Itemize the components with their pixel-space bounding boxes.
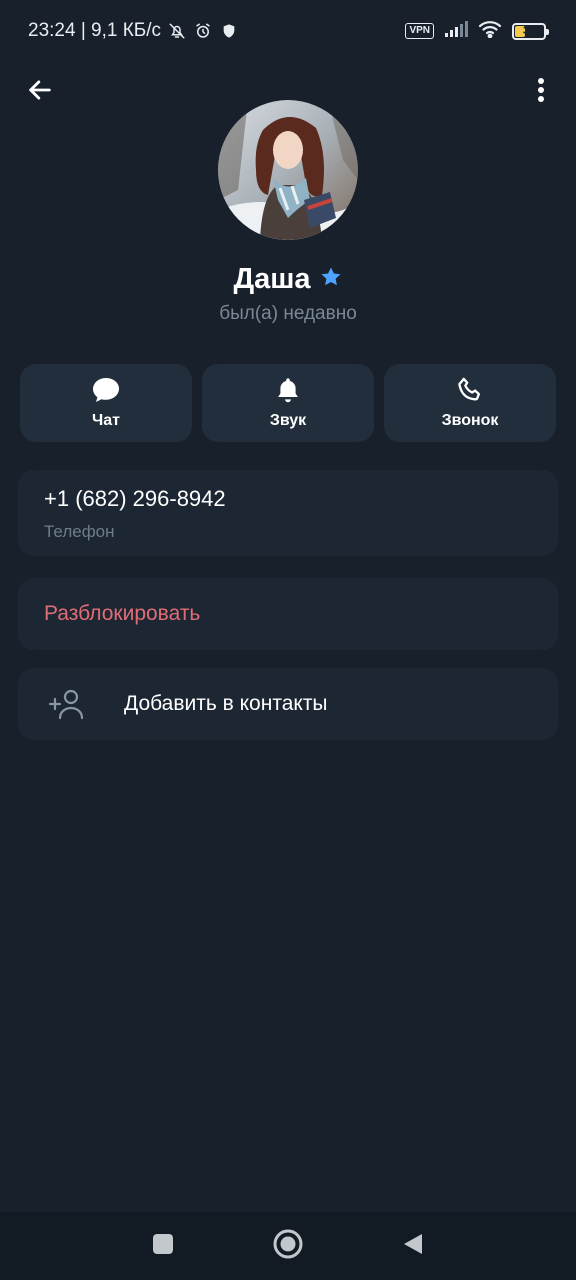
star-icon	[319, 265, 343, 294]
time-speed: 23:24 | 9,1 КБ/с	[28, 20, 162, 41]
signal-icon	[444, 20, 468, 42]
shield-icon	[219, 21, 239, 41]
profile-photo	[218, 100, 358, 240]
chat-label: Чат	[92, 412, 120, 429]
square-icon	[153, 1233, 173, 1254]
vpn-badge: VPN	[405, 23, 434, 39]
battery-icon: 32	[512, 22, 549, 40]
add-person-icon	[48, 689, 84, 720]
name-row: Даша	[0, 263, 576, 296]
system-back-button[interactable]	[402, 1232, 424, 1261]
recent-apps-button[interactable]	[152, 1233, 174, 1260]
unblock-button[interactable]: Разблокировать	[18, 578, 558, 650]
call-label: Звонок	[441, 412, 499, 429]
avatar[interactable]	[218, 100, 358, 240]
more-vertical-icon	[538, 78, 544, 102]
wifi-icon	[478, 20, 502, 43]
sound-button[interactable]: Звук	[202, 364, 374, 442]
battery-level: 32	[522, 25, 536, 37]
phone-number[interactable]: +1 (682) 296-8942	[44, 486, 532, 512]
triangle-back-icon	[404, 1233, 422, 1254]
arrow-left-icon	[29, 80, 51, 100]
status-bar: 23:24 | 9,1 КБ/с VPN 32	[0, 0, 576, 62]
action-buttons: Чат Звук Звонок	[20, 364, 556, 442]
chat-bubble-icon	[93, 378, 119, 402]
call-button[interactable]: Звонок	[384, 364, 556, 442]
system-nav-bar	[0, 1212, 576, 1280]
muted-bell-icon	[167, 21, 187, 41]
contact-name: Даша	[233, 263, 311, 295]
status-left: 23:24 | 9,1 КБ/с	[28, 20, 239, 42]
alarm-icon	[193, 21, 213, 41]
add-to-contacts-label: Добавить в контакты	[124, 692, 328, 715]
bell-icon	[278, 378, 298, 403]
last-seen-text: был(а) недавно	[219, 303, 357, 324]
phone-card[interactable]: +1 (682) 296-8942 Телефон	[18, 470, 558, 556]
phone-label: Телефон	[44, 522, 115, 541]
home-button[interactable]	[272, 1228, 304, 1265]
status-right: VPN 32	[405, 20, 549, 43]
phone-icon	[458, 377, 481, 401]
circle-home-icon	[273, 1229, 303, 1258]
more-options-button[interactable]	[526, 72, 556, 108]
back-button[interactable]	[22, 72, 58, 108]
chat-button[interactable]: Чат	[20, 364, 192, 442]
sound-label: Звук	[269, 412, 307, 429]
add-to-contacts-button[interactable]: Добавить в контакты	[18, 668, 558, 740]
unblock-label: Разблокировать	[44, 602, 201, 625]
